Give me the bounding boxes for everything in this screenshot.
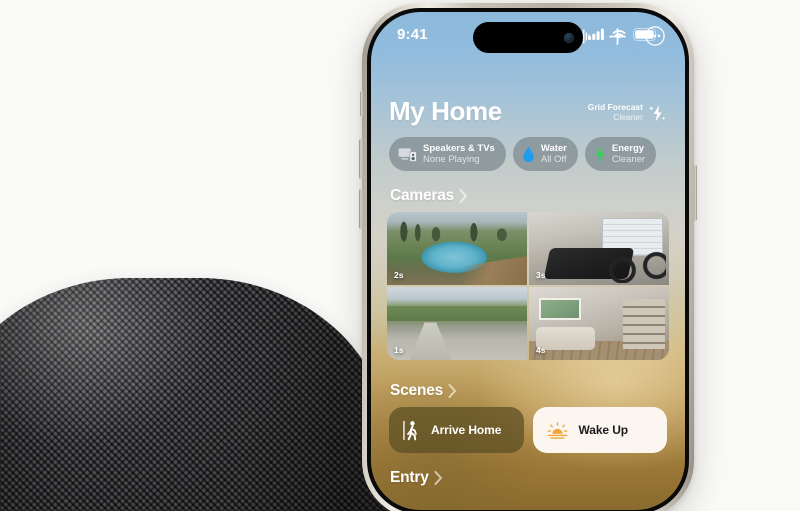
camera-badge: 1s — [394, 345, 404, 356]
camera-badge: 2s — [394, 270, 404, 281]
pool-trees — [387, 216, 527, 243]
scene-wake-up[interactable]: Wake Up — [532, 407, 667, 454]
mute-action-button[interactable] — [359, 91, 363, 117]
energy-bolt-icon — [595, 146, 605, 163]
pill-water-title: Water — [540, 143, 567, 154]
sunrise-icon — [547, 421, 567, 439]
entry-section-header[interactable]: Entry — [390, 469, 669, 487]
grid-forecast-text: Grid Forecast Cleaner — [588, 103, 643, 123]
scene-label: Wake Up — [578, 423, 629, 438]
walking-person-door-icon — [403, 420, 417, 441]
camera-tile-garage[interactable]: 3s — [529, 212, 669, 286]
pill-water-text: Water All Off — [541, 143, 567, 165]
home-header: My Home Grid Forecast Cleaner — [387, 96, 669, 127]
status-bar-time: 9:41 — [397, 25, 428, 43]
status-bar-indicators — [588, 27, 659, 41]
scenes-section-title: Scenes — [390, 382, 444, 400]
scene-arrive-home[interactable]: Arrive Home — [389, 407, 524, 454]
camera-grid: 2s 3s 1s 4s — [387, 212, 669, 361]
homepod-shading — [0, 278, 390, 511]
garage-bike — [607, 237, 667, 283]
pill-speakers-tvs[interactable]: Speakers & TVs None Playing — [389, 137, 506, 172]
camera-tile-pool[interactable]: 2s — [387, 212, 527, 286]
page-title: My Home — [389, 96, 502, 126]
camera-badge: 4s — [536, 345, 546, 356]
camera-tile-living-room[interactable]: 4s — [529, 287, 669, 361]
scene-label: Arrive Home — [431, 423, 502, 438]
home-app-content: My Home Grid Forecast Cleaner Speakers &… — [371, 12, 685, 510]
volume-down-button[interactable] — [359, 189, 363, 229]
living-bookshelf — [622, 299, 665, 349]
pill-energy-title: Energy — [611, 143, 645, 154]
phone-screen: 9:41 My Home Grid Forecast Cleaner Speak… — [371, 12, 685, 510]
scenes-list: Arrive Home Wake Up — [387, 407, 669, 454]
entry-section-title: Entry — [390, 469, 429, 487]
volume-up-button[interactable] — [359, 139, 363, 179]
pill-speakers-subtitle: None Playing — [423, 154, 480, 166]
pool-deck — [462, 256, 527, 286]
speakers-tv-icon — [398, 148, 417, 162]
chevron-right-icon — [459, 189, 468, 204]
chevron-right-icon — [434, 471, 442, 486]
pill-speakers-title: Speakers & TVs — [423, 143, 495, 154]
scenes-section-header[interactable]: Scenes — [390, 382, 669, 400]
camera-badge: 3s — [536, 270, 546, 281]
driveway-grass — [387, 306, 527, 321]
pill-energy[interactable]: Energy Cleaner — [584, 137, 657, 172]
iphone-device: 9:41 My Home Grid Forecast Cleaner Speak… — [359, 3, 697, 511]
pill-energy-text: Energy Cleaner — [612, 143, 645, 165]
water-drop-icon — [523, 146, 534, 162]
power-button[interactable] — [693, 165, 697, 221]
cameras-section-title: Cameras — [390, 187, 455, 205]
living-artwork — [538, 297, 581, 320]
pill-speakers-text: Speakers & TVs None Playing — [423, 143, 495, 165]
pill-energy-subtitle: Cleaner — [611, 154, 646, 166]
cameras-section-header[interactable]: Cameras — [390, 187, 669, 205]
battery-icon — [633, 27, 659, 41]
pill-water-subtitle: All Off — [540, 154, 567, 166]
driveway-walkway — [409, 322, 452, 361]
camera-tile-driveway[interactable]: 1s — [387, 287, 527, 361]
clean-energy-sparkle-icon — [648, 105, 666, 122]
cellular-signal-icon — [588, 28, 604, 40]
status-pills: Speakers & TVs None Playing Water All Of… — [387, 137, 669, 172]
grid-forecast-subtitle: Cleaner — [613, 112, 643, 123]
grid-forecast[interactable]: Grid Forecast Cleaner — [588, 103, 667, 123]
front-camera-icon — [564, 32, 574, 43]
pill-water[interactable]: Water All Off — [512, 137, 578, 172]
wifi-icon — [612, 29, 626, 39]
homepod-speaker — [0, 278, 390, 511]
dynamic-island — [473, 22, 583, 53]
chevron-right-icon — [448, 384, 457, 399]
